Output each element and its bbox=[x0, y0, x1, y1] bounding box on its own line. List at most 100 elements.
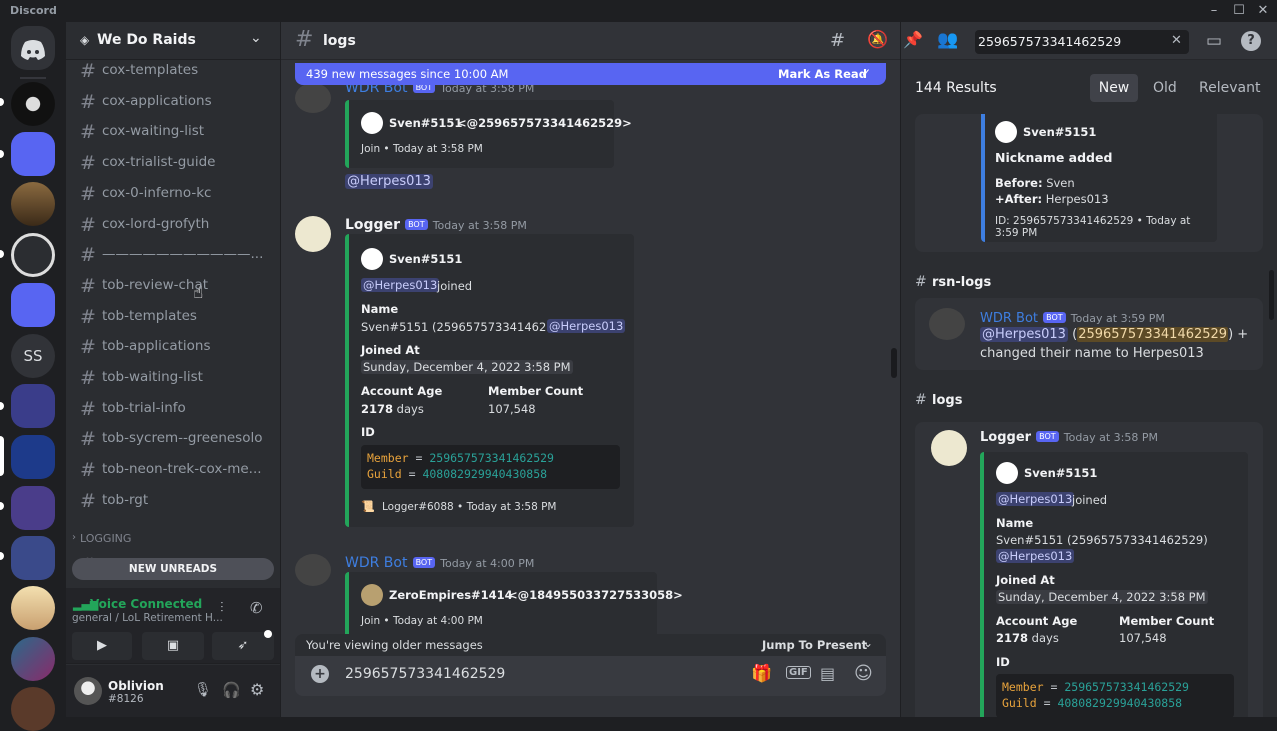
author-name[interactable]: Logger bbox=[980, 430, 1031, 445]
server-folder-icon[interactable] bbox=[11, 283, 55, 327]
minimize-button[interactable]: – bbox=[1206, 3, 1222, 19]
search-input[interactable]: 259657573341462529 bbox=[978, 34, 1121, 49]
guild-name: We Do Raids bbox=[97, 32, 196, 48]
category-logging[interactable]: LOGGING bbox=[80, 532, 131, 545]
author-name[interactable]: Logger bbox=[345, 217, 400, 233]
add-attachment-icon[interactable]: + bbox=[311, 665, 329, 683]
server-icon[interactable] bbox=[11, 687, 55, 731]
user-tag[interactable]: #8126 bbox=[108, 693, 144, 705]
result-channel-name[interactable]: rsn-logs bbox=[932, 275, 991, 290]
logger-avatar[interactable] bbox=[295, 216, 331, 252]
avatar[interactable] bbox=[929, 308, 965, 340]
server-folder-icon[interactable] bbox=[11, 384, 55, 428]
disconnect-icon[interactable]: ✆ bbox=[250, 599, 263, 617]
clear-search-icon[interactable]: ✕ bbox=[1171, 33, 1182, 48]
avatar[interactable] bbox=[295, 554, 331, 586]
video-button[interactable]: ▶ bbox=[72, 632, 132, 660]
voice-status[interactable]: Voice Connected bbox=[90, 597, 202, 611]
camera-icon: ▶ bbox=[97, 638, 107, 653]
close-window-button[interactable]: ✕ bbox=[1255, 3, 1271, 19]
channel-item[interactable]: # ———————————... bbox=[74, 240, 272, 270]
guild-header[interactable]: ◈ We Do Raids ⌄ bbox=[66, 22, 280, 60]
pin-icon[interactable]: 📌 bbox=[903, 30, 923, 49]
mark-as-read-button[interactable]: Mark As Read bbox=[778, 67, 867, 81]
member-list-icon[interactable]: 👥 bbox=[937, 30, 958, 50]
channel-name: tob-applications bbox=[102, 338, 211, 355]
screen-share-button[interactable]: ▣ bbox=[142, 632, 204, 660]
gift-icon[interactable]: 🎁 bbox=[751, 664, 772, 684]
inbox-icon[interactable]: ▭ bbox=[1206, 31, 1222, 51]
sort-tab-old[interactable]: Old bbox=[1153, 80, 1177, 96]
timestamp: Today at 3:58 PM bbox=[440, 85, 535, 95]
channel-item[interactable]: # tob-trial-info bbox=[74, 394, 272, 424]
avatar[interactable] bbox=[74, 677, 102, 705]
result-channel-name[interactable]: logs bbox=[932, 393, 962, 408]
channel-item[interactable]: # cox-0-inferno-kc bbox=[74, 179, 272, 209]
server-folder-icon[interactable] bbox=[11, 486, 55, 530]
server-icon[interactable] bbox=[11, 637, 55, 681]
home-button[interactable] bbox=[11, 26, 55, 70]
jump-to-present-button[interactable]: Jump To Present bbox=[762, 638, 867, 652]
channel-item[interactable]: # tob-templates bbox=[74, 302, 272, 332]
server-icon[interactable] bbox=[11, 182, 55, 226]
search-result[interactable]: WDR Bot BOT Today at 3:59 PM @Herpes013 … bbox=[915, 298, 1263, 370]
server-ss-icon[interactable]: SS bbox=[11, 334, 55, 378]
channel-item[interactable]: # tob-rgt bbox=[74, 486, 272, 516]
server-folder-icon[interactable] bbox=[11, 536, 55, 580]
author-name[interactable]: WDR Bot bbox=[345, 555, 407, 571]
chat-scrollbar[interactable] bbox=[891, 348, 897, 378]
channel-item[interactable]: # tob-review-chat bbox=[74, 271, 272, 301]
logger-avatar[interactable] bbox=[931, 430, 967, 466]
threads-icon[interactable]: # bbox=[830, 30, 845, 51]
older-messages-bar: You're viewing older messages Jump To Pr… bbox=[295, 634, 886, 656]
channel-item[interactable]: # tob-waiting-list bbox=[74, 363, 272, 393]
search-box[interactable]: 259657573341462529 ✕ bbox=[975, 30, 1189, 54]
user-mention[interactable]: @Herpes013 bbox=[980, 327, 1068, 342]
sort-tab-relevant[interactable]: Relevant bbox=[1199, 80, 1260, 96]
server-folder-icon[interactable] bbox=[11, 132, 55, 176]
server-icon[interactable] bbox=[11, 233, 55, 277]
user-mention[interactable]: @Herpes013 bbox=[996, 492, 1075, 506]
notification-muted-icon[interactable]: 🔕 bbox=[867, 30, 888, 50]
search-result[interactable]: Logger BOT Today at 3:58 PM Sven#5151 @H… bbox=[915, 422, 1263, 717]
channel-item[interactable]: # cox-applications bbox=[74, 87, 272, 117]
channel-item[interactable]: # cox-lord-grofyth bbox=[74, 210, 272, 240]
field-value: 107,548 bbox=[1119, 631, 1167, 645]
user-mention[interactable]: @Herpes013 bbox=[547, 319, 626, 333]
user-mention[interactable]: @Herpes013 bbox=[345, 174, 433, 189]
embed: Sven#5151 Nickname added Before: Sven +A… bbox=[981, 114, 1217, 242]
channel-item[interactable]: # tob-sycrem--greenesolo bbox=[74, 424, 272, 454]
user-name[interactable]: Oblivion bbox=[108, 679, 164, 693]
server-icon[interactable] bbox=[11, 586, 55, 630]
sort-tab-new[interactable]: New bbox=[1090, 74, 1138, 102]
server-icon[interactable] bbox=[11, 82, 55, 126]
new-unreads-button[interactable]: NEW UNREADS bbox=[72, 558, 274, 580]
avatar[interactable] bbox=[295, 85, 331, 113]
headphones-icon[interactable]: 🎧 bbox=[222, 681, 241, 699]
gif-button[interactable]: GIF bbox=[786, 666, 811, 679]
search-result[interactable]: Sven#5151 Nickname added Before: Sven +A… bbox=[915, 114, 1263, 252]
wdr-server-icon[interactable] bbox=[11, 435, 55, 479]
author-name[interactable]: WDR Bot bbox=[980, 311, 1038, 326]
channel-item[interactable]: # tob-neon-trek-cox-me... bbox=[74, 455, 272, 485]
author-name[interactable]: WDR Bot bbox=[345, 85, 407, 96]
channel-item[interactable]: # cox-templates bbox=[74, 56, 272, 86]
channel-item[interactable]: # cox-trialist-guide bbox=[74, 148, 272, 178]
noise-suppression-icon[interactable]: ⫶ bbox=[220, 600, 224, 616]
voice-location[interactable]: general / LoL Retirement H... bbox=[72, 612, 223, 624]
chevron-down-icon[interactable]: ⌄ bbox=[250, 30, 262, 46]
help-icon[interactable]: ? bbox=[1241, 31, 1261, 51]
settings-gear-icon[interactable]: ⚙ bbox=[250, 680, 264, 699]
channel-hash-icon: # bbox=[80, 152, 96, 175]
new-messages-banner[interactable]: 439 new messages since 10:00 AM Mark As … bbox=[295, 63, 886, 85]
channel-item[interactable]: # cox-waiting-list bbox=[74, 117, 272, 147]
sticker-icon[interactable]: ▤ bbox=[820, 664, 835, 683]
microphone-icon[interactable]: 🎙 bbox=[194, 682, 212, 698]
user-mention[interactable]: @Herpes013 bbox=[996, 549, 1075, 563]
user-mention[interactable]: @Herpes013 bbox=[361, 278, 440, 292]
emoji-icon[interactable]: ☺ bbox=[854, 663, 873, 684]
message-input[interactable]: 259657573341462529 bbox=[345, 666, 505, 682]
maximize-button[interactable]: ☐ bbox=[1231, 3, 1247, 19]
channel-item[interactable]: # tob-applications bbox=[74, 332, 272, 362]
results-scrollbar[interactable] bbox=[1269, 270, 1274, 320]
